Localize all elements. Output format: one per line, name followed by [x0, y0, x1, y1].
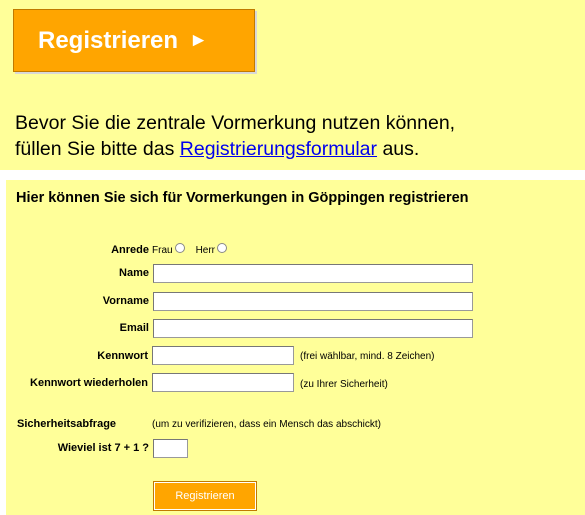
- play-arrow-icon: ►: [189, 29, 208, 51]
- email-field[interactable]: [153, 319, 473, 338]
- password-label: Kennwort: [97, 350, 148, 362]
- password-repeat-hint: (zu Ihrer Sicherheit): [300, 379, 388, 390]
- security-hint: (um zu verifizieren, dass ein Mensch das…: [152, 419, 381, 430]
- form-title: Hier können Sie sich für Vormerkungen in…: [16, 190, 469, 206]
- register-header-label: Registrieren: [38, 26, 179, 54]
- register-submit-button[interactable]: Registrieren: [153, 481, 257, 511]
- salutation-frau-label: Frau: [152, 244, 173, 256]
- firstname-field[interactable]: [153, 292, 473, 311]
- captcha-question: Wieviel ist 7 + 1 ?: [57, 442, 149, 454]
- intro-line-1: Bevor Sie die zentrale Vormerkung nutzen…: [15, 112, 456, 134]
- intro-line-2-start: füllen Sie bitte das: [15, 138, 180, 160]
- name-label: Name: [119, 267, 149, 279]
- password-hint: (frei wählbar, mind. 8 Zeichen): [300, 351, 435, 362]
- intro-panel: Registrieren ► Bevor Sie die zentrale Vo…: [0, 0, 585, 170]
- email-label: Email: [119, 322, 149, 334]
- intro-text: Bevor Sie die zentrale Vormerkung nutzen…: [15, 110, 585, 162]
- salutation-frau-radio[interactable]: [174, 243, 185, 253]
- salutation-label: Anrede: [111, 244, 149, 256]
- password-repeat-label: Kennwort wiederholen: [30, 377, 148, 389]
- password-field[interactable]: [152, 346, 294, 365]
- security-label: Sicherheitsabfrage: [17, 418, 117, 430]
- name-field[interactable]: [153, 264, 473, 283]
- captcha-answer-field[interactable]: [153, 439, 188, 458]
- firstname-label: Vorname: [102, 295, 149, 307]
- password-repeat-field[interactable]: [152, 373, 294, 392]
- registration-form: Hier können Sie sich für Vormerkungen in…: [6, 180, 585, 515]
- register-header-button[interactable]: Registrieren ►: [13, 9, 255, 72]
- salutation-group: Frau Herr: [152, 243, 228, 257]
- intro-line-2-end: aus.: [377, 138, 420, 160]
- registration-form-link[interactable]: Registrierungsformular: [180, 138, 377, 160]
- salutation-herr-radio[interactable]: [217, 243, 228, 253]
- salutation-herr-label: Herr: [195, 244, 216, 256]
